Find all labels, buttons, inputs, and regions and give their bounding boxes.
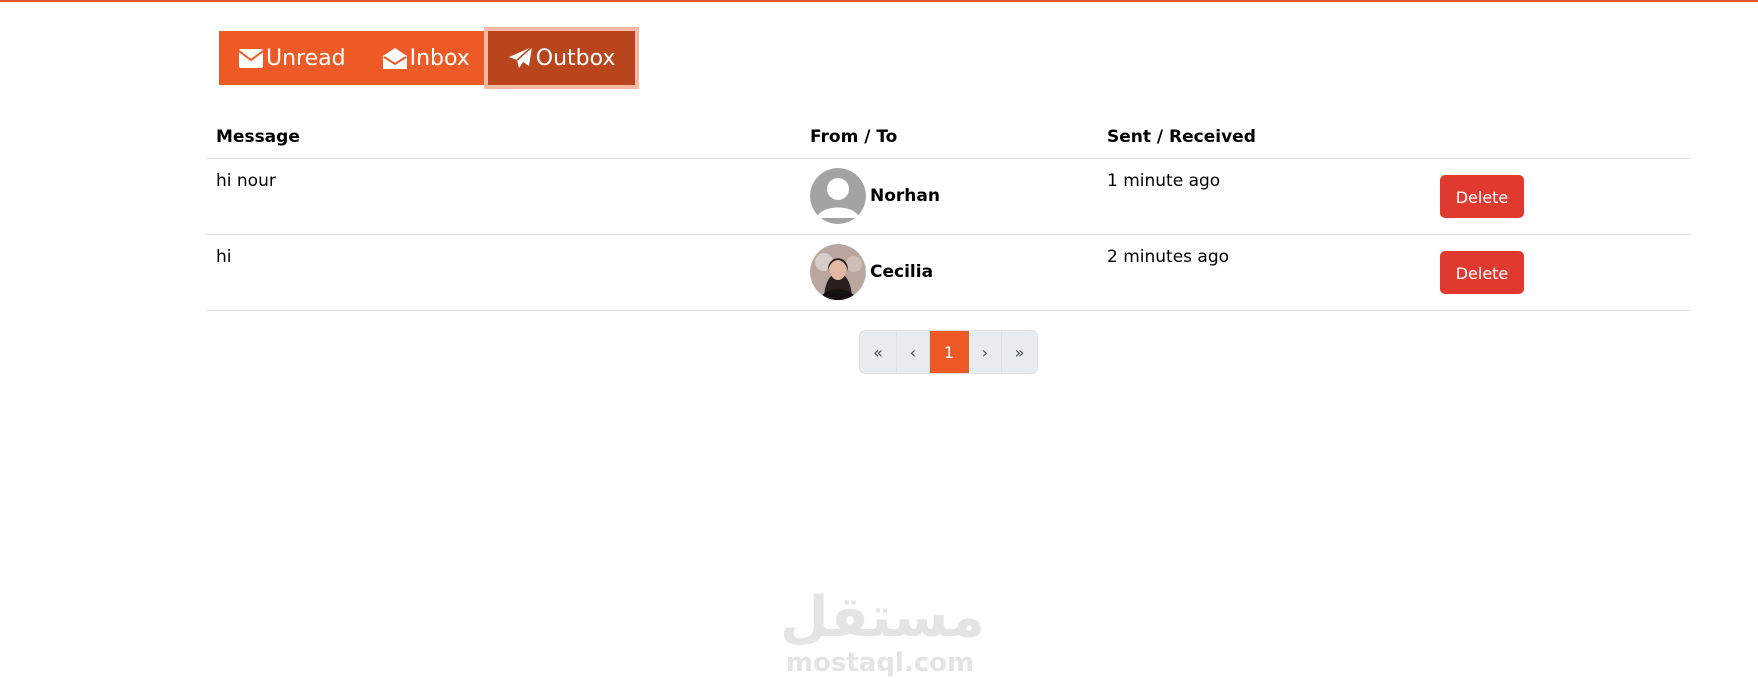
tab-outbox[interactable]: Outbox	[483, 27, 640, 89]
paper-plane-icon	[508, 46, 534, 70]
tab-unread[interactable]: Unread	[219, 31, 364, 85]
sent-time: 1 minute ago	[1097, 158, 1408, 235]
avatar[interactable]	[810, 244, 866, 300]
header-message: Message	[206, 116, 800, 159]
delete-button[interactable]: Delete	[1440, 251, 1524, 294]
page-last-button[interactable]: »	[1002, 331, 1037, 373]
watermark-latin: mostaql.com	[785, 648, 975, 678]
header-actions	[1408, 116, 1691, 159]
messages-table: Message From / To Sent / Received hi nou…	[206, 116, 1691, 311]
mailbox-tabs: Unread Inbox Outbox	[219, 27, 640, 89]
avatar[interactable]	[810, 168, 866, 224]
sent-time: 2 minutes ago	[1097, 234, 1408, 311]
page-current[interactable]: 1	[930, 331, 969, 373]
person: Norhan	[810, 168, 1087, 224]
message-text: hi	[206, 234, 800, 311]
tab-unread-label: Unread	[266, 45, 346, 71]
tab-outbox-label: Outbox	[535, 45, 616, 71]
person-name[interactable]: Cecilia	[870, 262, 933, 282]
table-row[interactable]: hi Cecilia 2 minutes ago Delete	[206, 234, 1691, 311]
pagination: « ‹ 1 › »	[859, 330, 1038, 374]
top-accent-line	[0, 0, 1758, 2]
message-text: hi nour	[206, 158, 800, 235]
watermark-logo: مستقل mostaql.com	[780, 585, 985, 679]
watermark-arabic: مستقل	[780, 585, 985, 650]
envelope-icon	[238, 46, 264, 70]
from-to-cell: Cecilia	[800, 234, 1097, 311]
delete-button[interactable]: Delete	[1440, 175, 1524, 218]
tab-inbox-label: Inbox	[409, 45, 470, 71]
envelope-open-icon	[382, 46, 408, 70]
person-name[interactable]: Norhan	[870, 186, 940, 206]
actions-cell: Delete	[1408, 158, 1691, 235]
page-prev-button[interactable]: ‹	[897, 331, 930, 373]
table-row[interactable]: hi nour Norhan 1 minute ago Delete	[206, 158, 1691, 235]
page-first-button[interactable]: «	[860, 331, 897, 373]
actions-cell: Delete	[1408, 234, 1691, 311]
header-from-to: From / To	[800, 116, 1097, 159]
from-to-cell: Norhan	[800, 158, 1097, 235]
tab-inbox[interactable]: Inbox	[363, 31, 488, 85]
header-sent-received: Sent / Received	[1097, 116, 1408, 159]
page-next-button[interactable]: ›	[969, 331, 1002, 373]
person: Cecilia	[810, 244, 1087, 300]
table-header-row: Message From / To Sent / Received	[206, 116, 1691, 159]
